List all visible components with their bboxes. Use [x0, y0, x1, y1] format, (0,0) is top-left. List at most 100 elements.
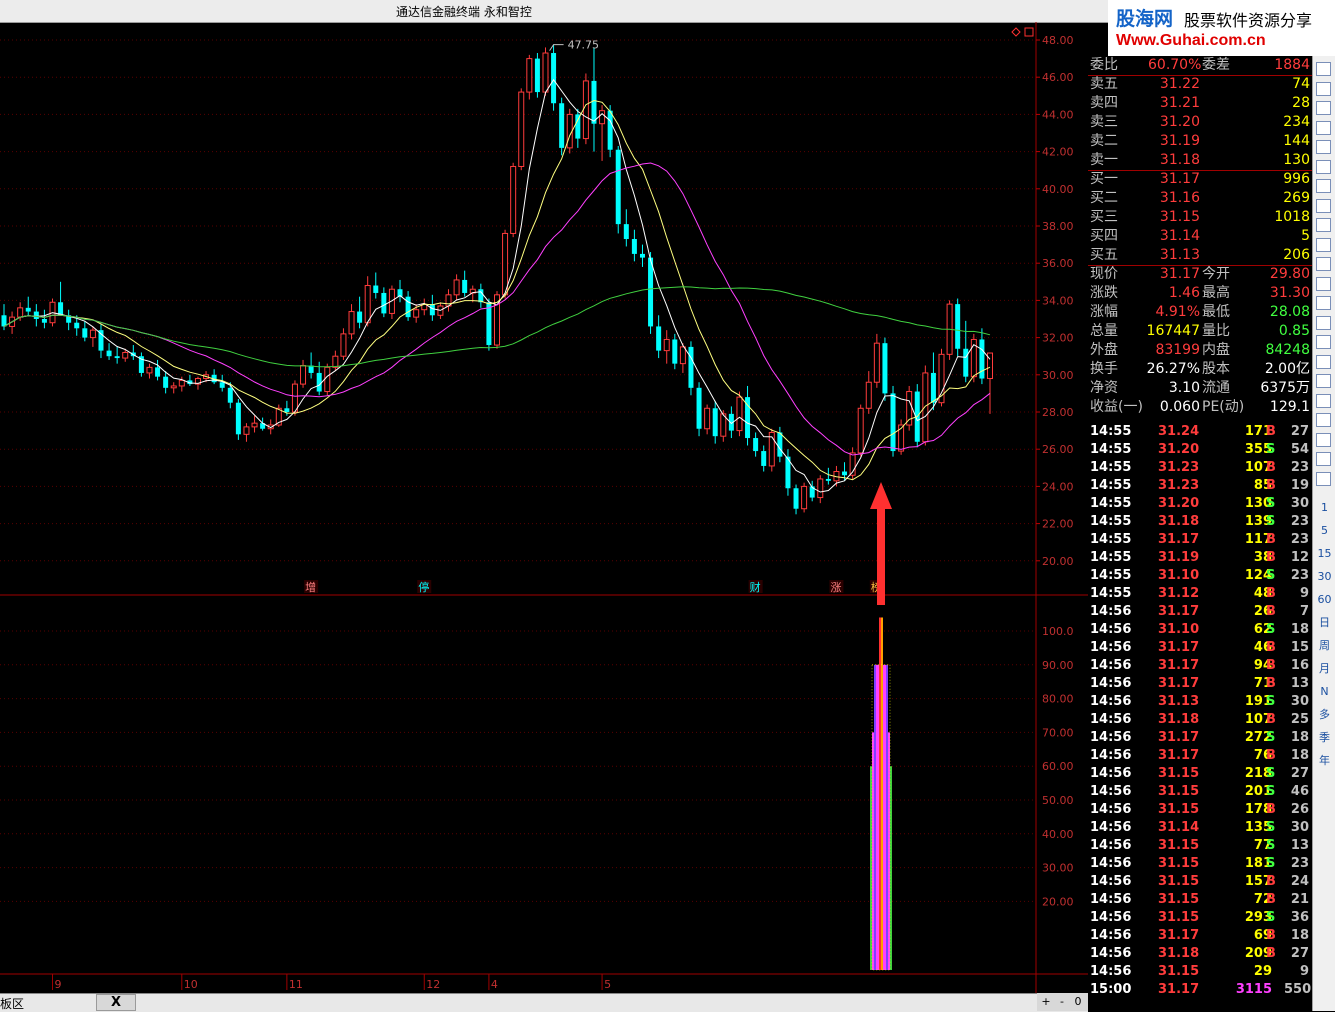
candle [688, 341, 694, 396]
indicator-bar [874, 664, 876, 970]
bid-label: 买二 [1090, 190, 1118, 206]
candle-body [955, 304, 961, 349]
report-icon[interactable] [1316, 218, 1331, 232]
tick-time: 14:56 [1090, 784, 1132, 799]
f10-icon[interactable] [1316, 237, 1331, 252]
scroll-down-icon[interactable] [1316, 120, 1331, 135]
stock-chart-area[interactable]: 48.00 46.00 44.00 42.00 40.00 38.00 36.00 34.00… [0, 22, 1088, 993]
period-button[interactable]: 5 [1315, 523, 1334, 539]
ask-volume: 234 [1283, 114, 1310, 130]
table-icon[interactable] [1316, 276, 1331, 291]
fm-icon[interactable] [1316, 315, 1331, 330]
ask-price: 31.18 [1159, 152, 1200, 168]
tick-row: 14:56 31.17 46 B 15 [1088, 639, 1312, 657]
period-button[interactable]: 30 [1315, 569, 1334, 585]
candle-body [453, 279, 460, 296]
kline-icon[interactable] [1316, 159, 1331, 174]
ask-price: 31.22 [1159, 76, 1200, 92]
stat-row: 收益(一) 0.060 PE(动) 129.1 [1088, 398, 1312, 417]
scroll-up-icon[interactable] [1316, 101, 1331, 115]
line-chart-icon[interactable] [1316, 179, 1331, 193]
window-title: 通达信金融终端 永和智控 [396, 5, 532, 19]
fa-icon[interactable] [1316, 257, 1331, 271]
candle [865, 371, 872, 414]
tick-direction: S [1266, 568, 1276, 583]
ask-price: 31.20 [1159, 114, 1200, 130]
title-bar: 通达信金融终端 永和智控 [0, 0, 1108, 23]
candle [106, 343, 112, 360]
candle-body [761, 451, 767, 466]
zoom-reset-button[interactable]: 0 [1071, 994, 1085, 1009]
rsi-icon[interactable] [1316, 374, 1331, 388]
pen-icon[interactable] [1316, 432, 1331, 447]
move-icon[interactable] [1316, 413, 1331, 427]
minute-chart-icon[interactable] [1316, 140, 1331, 154]
f2-icon[interactable] [1316, 296, 1331, 310]
candle [704, 404, 711, 435]
period-button[interactable]: N [1315, 684, 1334, 700]
candle [421, 298, 428, 316]
candle [33, 304, 39, 327]
xaxis-label: 4 [491, 978, 498, 991]
ask-row: 卖五 31.22 74 [1088, 75, 1312, 94]
period-button[interactable]: 60 [1315, 592, 1334, 608]
fs-icon[interactable] [1316, 452, 1331, 466]
stat-row: 换手 26.27% 股本 2.00亿 [1088, 360, 1312, 379]
period-button[interactable]: 周 [1315, 638, 1334, 654]
refresh-icon[interactable] [1316, 471, 1331, 486]
quote-header-row: 委比 60.70% 委差 1884 [1088, 56, 1312, 75]
ask-volume: 130 [1283, 152, 1310, 168]
up-arrow-icon[interactable] [1316, 62, 1331, 76]
candle-body [793, 488, 799, 509]
period-button[interactable]: 年 [1315, 753, 1334, 769]
tick-price: 31.13 [1158, 694, 1200, 709]
candle-body [340, 333, 347, 357]
stat-value: 3.10 [1168, 380, 1200, 396]
stat-row: 现价 31.17 今开 29.80 [1088, 265, 1312, 284]
ask-volume: 144 [1283, 133, 1310, 149]
tick-price: 31.17 [1158, 982, 1200, 997]
candle-icon[interactable] [1316, 198, 1331, 213]
candle [542, 47, 549, 96]
period-button[interactable]: 多 [1315, 707, 1334, 723]
tick-direction: S [1266, 910, 1276, 925]
indicator-axis-label: 20.00 [1042, 895, 1074, 908]
tick-volume: 29 [1253, 964, 1272, 979]
candle-body [575, 114, 581, 139]
timer-icon[interactable] [1316, 335, 1331, 349]
down-arrow-icon[interactable] [1316, 81, 1331, 96]
tick-row: 14:55 31.12 48 B 9 [1088, 585, 1312, 603]
candle [332, 350, 339, 372]
candle [114, 346, 120, 364]
candle-body [373, 285, 379, 293]
candle [672, 333, 678, 370]
tick-row: 14:56 31.15 178 B 26 [1088, 801, 1312, 819]
tick-row: 14:56 31.14 135 S 30 [1088, 819, 1312, 837]
period-button[interactable]: 15 [1315, 546, 1334, 562]
bid-label: 买一 [1090, 171, 1118, 187]
bid-label: 买三 [1090, 209, 1118, 225]
tick-direction: B [1266, 604, 1276, 619]
close-tab-button[interactable]: X [96, 994, 136, 1011]
tick-row: 14:55 31.20 355 S 54 [1088, 441, 1312, 459]
tick-row: 14:55 31.10 124 S 23 [1088, 567, 1312, 585]
zoom-out-button[interactable]: - [1055, 994, 1069, 1009]
candle [82, 320, 88, 342]
logo-brand: 股海网 [1116, 8, 1174, 30]
tick-row: 14:56 31.15 181 S 23 [1088, 855, 1312, 873]
period-button[interactable]: 月 [1315, 661, 1334, 677]
candle-body [582, 80, 589, 140]
tick-row: 14:56 31.13 191 S 30 [1088, 693, 1312, 711]
tick-volume: 3115 [1235, 982, 1272, 997]
bid-price: 31.16 [1159, 190, 1200, 206]
candle-body [41, 319, 47, 323]
macd-icon[interactable] [1316, 354, 1331, 369]
zoom-in-button[interactable]: + [1039, 994, 1053, 1009]
period-button[interactable]: 1 [1315, 500, 1334, 516]
period-button[interactable]: 季 [1315, 730, 1334, 746]
period-button[interactable]: 日 [1315, 615, 1334, 631]
candle [300, 359, 307, 388]
money-icon[interactable] [1316, 393, 1331, 408]
candle [955, 298, 961, 357]
tick-time: 14:55 [1090, 550, 1132, 565]
